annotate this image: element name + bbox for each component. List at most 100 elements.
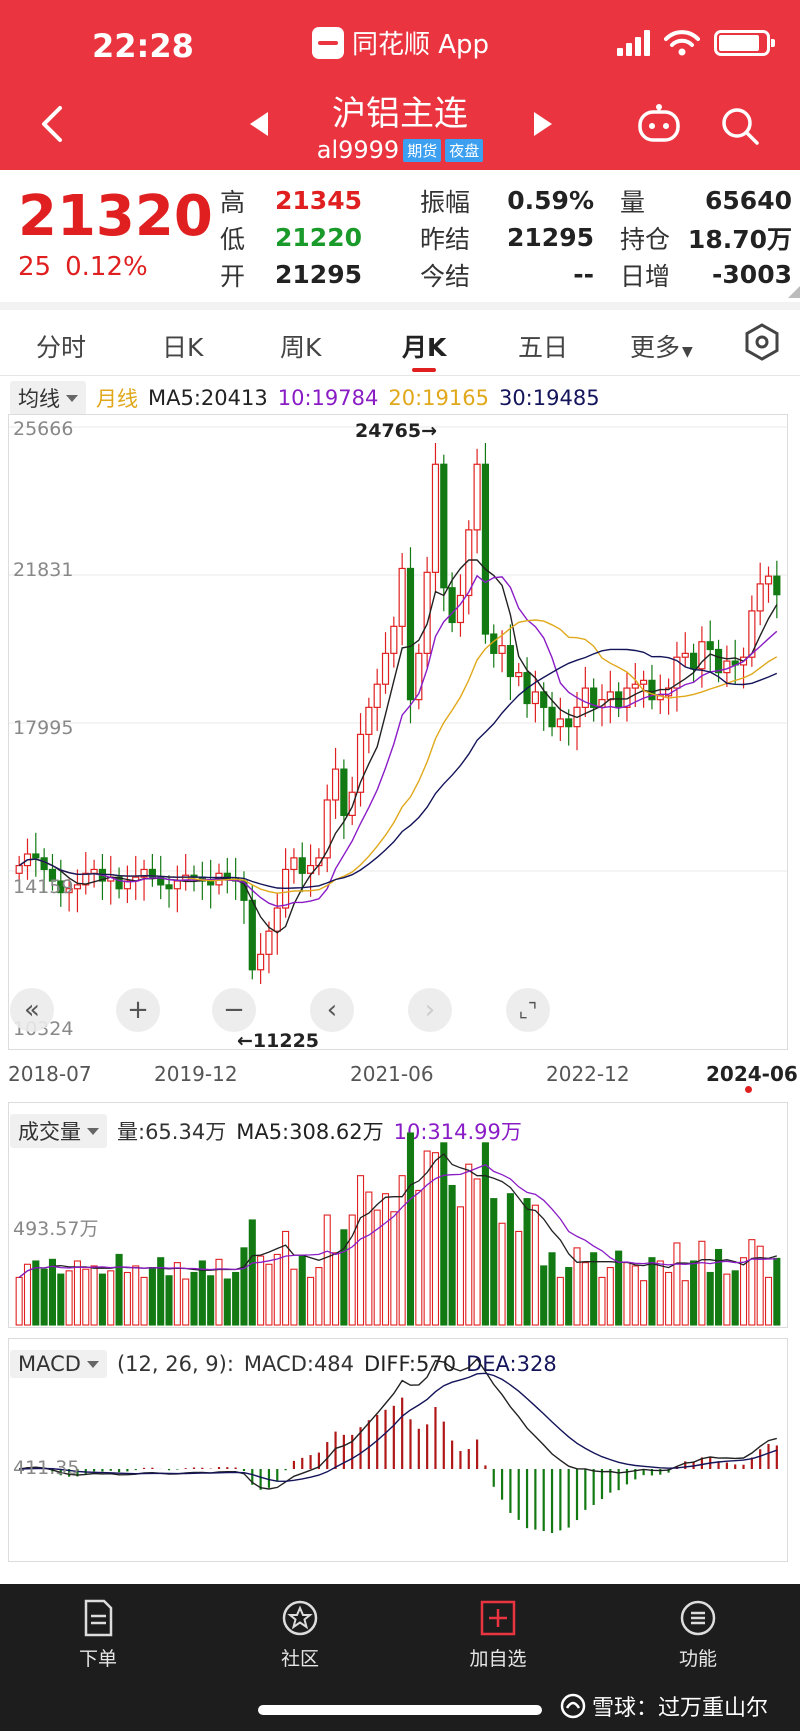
- volume-svg: 493.57万: [13, 1132, 781, 1326]
- candle-body: [565, 718, 573, 728]
- candle-body: [290, 857, 298, 871]
- volume-bar: [98, 1273, 106, 1326]
- volume-bar: [265, 1263, 273, 1326]
- quote-value: 21295: [275, 260, 362, 289]
- y-label-top: 25666: [13, 418, 73, 440]
- candle-body: [764, 575, 773, 585]
- volume-bar: [365, 1191, 373, 1326]
- settings-hexagon-icon[interactable]: [744, 322, 780, 362]
- xueqiu-logo-icon: [560, 1693, 586, 1719]
- dea-line: [19, 1372, 778, 1483]
- candle-body: [32, 853, 40, 859]
- zoom-in-button[interactable]: +: [116, 988, 160, 1032]
- tab-five-day[interactable]: 五日: [518, 328, 568, 364]
- chevron-left-icon: ‹: [326, 995, 338, 1025]
- tab-weekly-k[interactable]: 周K: [280, 328, 321, 364]
- volume-bar: [398, 1175, 406, 1326]
- star-badge-icon: [282, 1600, 318, 1636]
- candle-body: [207, 880, 215, 886]
- volume-bar: [631, 1265, 639, 1326]
- quote-value: 65640: [705, 186, 792, 215]
- volume-bar: [706, 1271, 714, 1326]
- x-label-current: 2024-06: [706, 1062, 798, 1086]
- status-app[interactable]: 同花顺 App: [312, 24, 489, 61]
- double-chevron-left-icon: «: [24, 995, 40, 1025]
- nav-place-order[interactable]: 下单: [38, 1598, 158, 1671]
- candle-body: [323, 799, 331, 859]
- contract-code: al9999: [316, 136, 400, 164]
- candle-body: [257, 953, 265, 971]
- zoom-out-button[interactable]: −: [212, 988, 256, 1032]
- candle-body: [531, 691, 539, 705]
- nav-community[interactable]: 社区: [240, 1598, 360, 1671]
- volume-bar: [65, 1270, 73, 1326]
- quote-value: --: [573, 260, 594, 289]
- volume-bar: [723, 1273, 731, 1326]
- home-indicator: [258, 1705, 542, 1715]
- robot-assistant-icon[interactable]: [636, 104, 682, 144]
- quote-value: 0.59%: [507, 186, 594, 215]
- nav-functions[interactable]: 功能: [638, 1598, 758, 1671]
- volume-bar: [698, 1240, 706, 1326]
- y-label-3: 17995: [13, 717, 73, 739]
- volume-bar: [107, 1270, 115, 1326]
- scroll-right-button[interactable]: ›: [408, 988, 452, 1032]
- macd-y-label: 411.35: [13, 1457, 79, 1479]
- zoom-out-far-button[interactable]: «: [10, 988, 54, 1032]
- next-contract-button[interactable]: [534, 112, 552, 136]
- volume-bar: [173, 1262, 181, 1326]
- candle-body: [515, 672, 523, 678]
- change-value: 25: [18, 252, 52, 282]
- tab-more[interactable]: 更多 ▼: [630, 328, 693, 364]
- candle-body: [498, 645, 506, 654]
- ma-period: 月线: [96, 387, 138, 411]
- volume-bar: [332, 1252, 340, 1326]
- volume-bar: [415, 1189, 423, 1326]
- nav-label: 下单: [78, 1648, 117, 1670]
- volume-bar: [140, 1276, 148, 1326]
- quote-row: 持仓 18.70万: [620, 219, 792, 256]
- volume-bar: [182, 1278, 190, 1326]
- tab-monthly-k[interactable]: 月K: [402, 328, 446, 364]
- candle-body: [681, 652, 689, 658]
- volume-bar: [315, 1267, 323, 1326]
- fullscreen-button[interactable]: ⌞⌝: [506, 988, 550, 1032]
- expand-corner-icon[interactable]: [788, 286, 800, 298]
- volume-chart[interactable]: 493.57万: [8, 1102, 788, 1328]
- candle-body: [456, 594, 465, 624]
- quote-label: 振幅: [420, 187, 471, 217]
- ma-indicator-row: 均线 月线 MA5:20413 10:19784 20:19165 30:194…: [10, 381, 600, 415]
- tab-intraday[interactable]: 分时: [36, 328, 86, 364]
- x-label: 2021-06: [350, 1062, 434, 1086]
- quote-row: 振幅 0.59%: [420, 182, 594, 219]
- volume-bar: [207, 1275, 215, 1326]
- quote-col-3: 量 65640 持仓 18.70万 日增 -3003: [620, 182, 792, 293]
- volume-bar: [540, 1265, 548, 1326]
- last-price: 21320: [18, 184, 213, 249]
- scroll-left-button[interactable]: ‹: [310, 988, 354, 1032]
- volume-bar: [248, 1219, 256, 1326]
- nav-add-watchlist[interactable]: 加自选: [438, 1598, 558, 1671]
- macd-chart[interactable]: 411.35: [8, 1338, 788, 1562]
- candle-body: [265, 930, 273, 955]
- kline-chart[interactable]: 25666 21831 17995 14159 10324 24765→ ←11…: [8, 414, 788, 1052]
- candle-body: [373, 683, 381, 708]
- volume-bar: [307, 1276, 315, 1326]
- candle-body: [365, 706, 373, 735]
- period-tabs: 分时 日K 周K 月K 五日 更多 ▼: [0, 310, 800, 376]
- tab-daily-k[interactable]: 日K: [162, 328, 203, 364]
- ma-selector[interactable]: 均线: [10, 381, 86, 415]
- top-header: 22:28 同花顺 App 沪铝主连 al9999 期货 夜盘: [0, 0, 800, 170]
- volume-bar: [690, 1260, 698, 1326]
- search-icon[interactable]: [720, 106, 760, 146]
- volume-bar: [132, 1265, 140, 1326]
- quote-panel: 21320 25 0.12% 高 21345 低 21220 开 21295 振幅 0.…: [0, 170, 800, 302]
- quote-value: 21295: [507, 223, 594, 252]
- volume-y-label: 493.57万: [13, 1218, 98, 1240]
- candle-body: [540, 691, 548, 708]
- volume-bar: [473, 1178, 481, 1326]
- quote-label: 昨结: [420, 224, 471, 254]
- candle-body: [631, 683, 639, 689]
- candle-body: [723, 660, 731, 674]
- candle-body: [40, 857, 48, 871]
